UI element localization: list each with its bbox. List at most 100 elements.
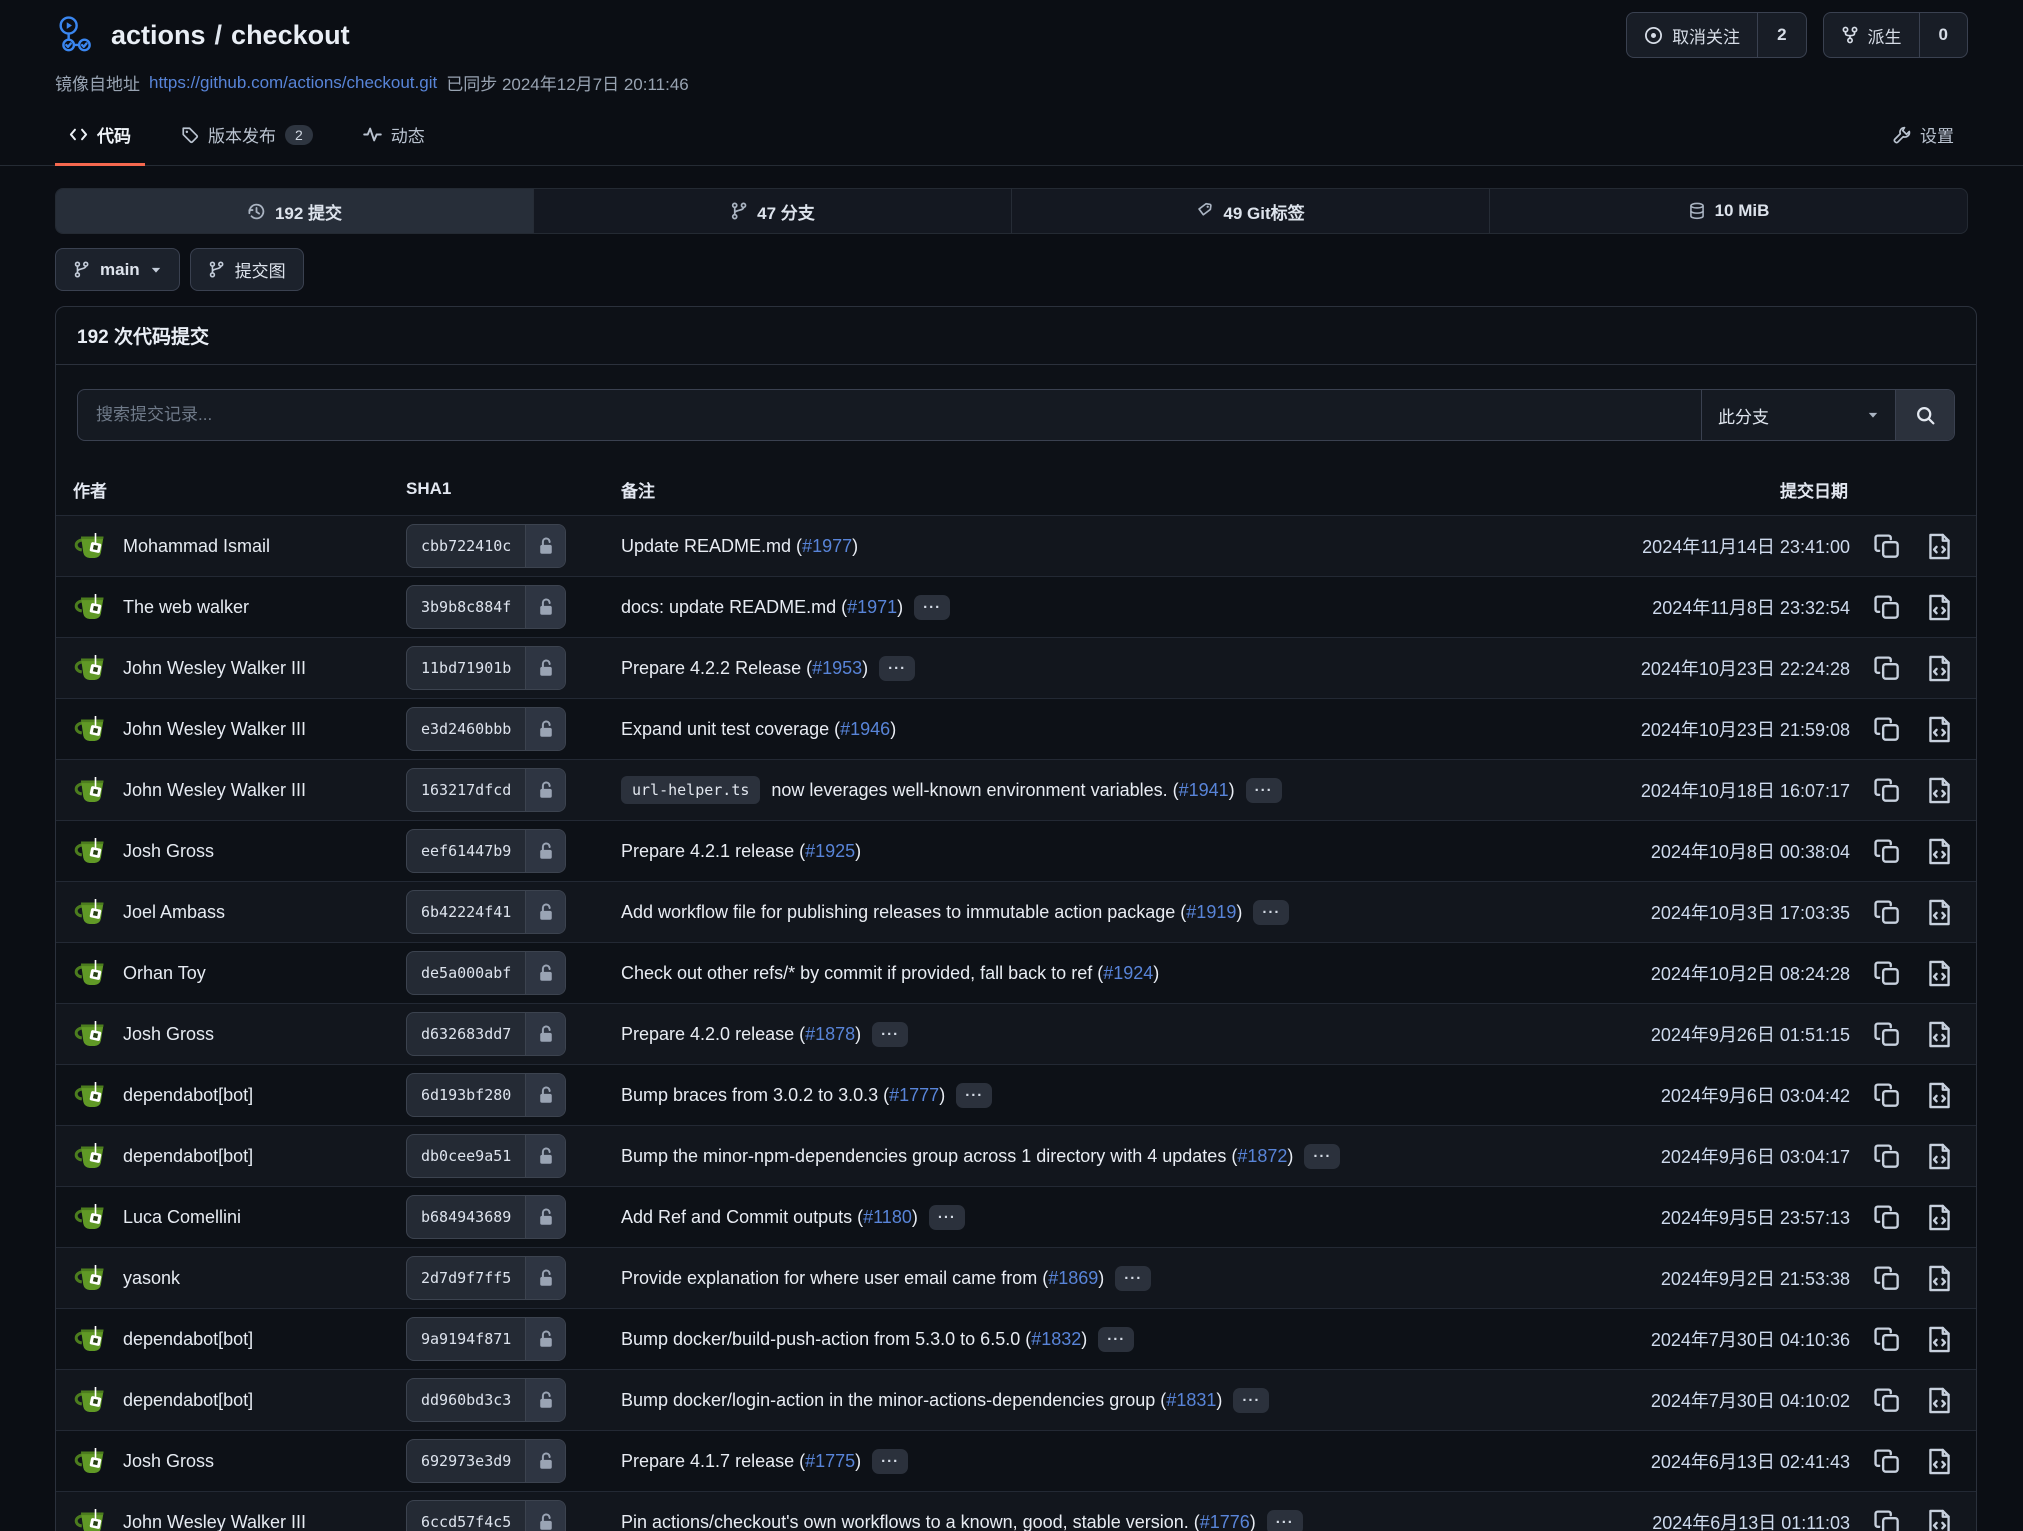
issue-link[interactable]: #1878 xyxy=(805,1024,855,1044)
copy-sha-button[interactable] xyxy=(1873,1203,1902,1232)
commit-author-name[interactable]: Luca Comellini xyxy=(123,1207,241,1228)
avatar[interactable] xyxy=(73,1443,109,1479)
browse-source-button[interactable] xyxy=(1925,1142,1954,1171)
browse-source-button[interactable] xyxy=(1925,654,1954,683)
copy-sha-button[interactable] xyxy=(1873,532,1902,561)
commit-author-name[interactable]: Orhan Toy xyxy=(123,963,206,984)
browse-source-button[interactable] xyxy=(1925,959,1954,988)
commit-author-name[interactable]: Joel Ambass xyxy=(123,902,225,923)
issue-link[interactable]: #1832 xyxy=(1031,1329,1081,1349)
avatar[interactable] xyxy=(73,833,109,869)
fork-button[interactable]: 派生 xyxy=(1824,13,1919,57)
browse-source-button[interactable] xyxy=(1925,715,1954,744)
unwatch-button[interactable]: 取消关注 xyxy=(1627,13,1757,57)
ellipsis-button[interactable]: ··· xyxy=(872,1449,908,1474)
ellipsis-button[interactable]: ··· xyxy=(1246,778,1282,803)
avatar[interactable] xyxy=(73,894,109,930)
ellipsis-button[interactable]: ··· xyxy=(872,1022,908,1047)
browse-source-button[interactable] xyxy=(1925,1386,1954,1415)
browse-source-button[interactable] xyxy=(1925,1203,1954,1232)
avatar[interactable] xyxy=(73,1382,109,1418)
browse-source-button[interactable] xyxy=(1925,1264,1954,1293)
avatar[interactable] xyxy=(73,650,109,686)
forks-count[interactable]: 0 xyxy=(1919,13,1967,57)
avatar[interactable] xyxy=(73,772,109,808)
copy-sha-button[interactable] xyxy=(1873,1264,1902,1293)
browse-source-button[interactable] xyxy=(1925,593,1954,622)
issue-link[interactable]: #1946 xyxy=(840,719,890,739)
browse-source-button[interactable] xyxy=(1925,1325,1954,1354)
ellipsis-button[interactable]: ··· xyxy=(879,656,915,681)
ellipsis-button[interactable]: ··· xyxy=(1233,1388,1269,1413)
commit-author-name[interactable]: Josh Gross xyxy=(123,1024,214,1045)
copy-sha-button[interactable] xyxy=(1873,715,1902,744)
commit-author-name[interactable]: John Wesley Walker III xyxy=(123,719,306,740)
browse-source-button[interactable] xyxy=(1925,837,1954,866)
issue-link[interactable]: #1919 xyxy=(1186,902,1236,922)
commit-sha-button[interactable]: db0cee9a51 xyxy=(406,1134,566,1178)
issue-link[interactable]: #1924 xyxy=(1103,963,1153,983)
ellipsis-button[interactable]: ··· xyxy=(956,1083,992,1108)
tab-code[interactable]: 代码 xyxy=(55,106,145,165)
search-commits-input[interactable] xyxy=(78,390,1701,440)
copy-sha-button[interactable] xyxy=(1873,776,1902,805)
copy-sha-button[interactable] xyxy=(1873,1508,1902,1531)
commit-author-name[interactable]: John Wesley Walker III xyxy=(123,1512,306,1531)
stat-tags[interactable]: 49 Git标签 xyxy=(1011,189,1489,233)
avatar[interactable] xyxy=(73,1504,109,1531)
commit-sha-button[interactable]: cbb722410c xyxy=(406,524,566,568)
issue-link[interactable]: #1775 xyxy=(805,1451,855,1471)
commit-sha-button[interactable]: 2d7d9f7ff5 xyxy=(406,1256,566,1300)
stat-size[interactable]: 10 MiB xyxy=(1489,189,1967,233)
browse-source-button[interactable] xyxy=(1925,776,1954,805)
copy-sha-button[interactable] xyxy=(1873,959,1902,988)
commit-author-name[interactable]: John Wesley Walker III xyxy=(123,780,306,801)
commit-author-name[interactable]: Josh Gross xyxy=(123,1451,214,1472)
branch-selector[interactable]: main xyxy=(55,248,180,291)
browse-source-button[interactable] xyxy=(1925,1447,1954,1476)
avatar[interactable] xyxy=(73,528,109,564)
commit-sha-button[interactable]: 692973e3d9 xyxy=(406,1439,566,1483)
tab-activity[interactable]: 动态 xyxy=(349,106,439,165)
commit-sha-button[interactable]: 3b9b8c884f xyxy=(406,585,566,629)
avatar[interactable] xyxy=(73,1260,109,1296)
commit-sha-button[interactable]: 6ccd57f4c5 xyxy=(406,1500,566,1531)
copy-sha-button[interactable] xyxy=(1873,1020,1902,1049)
commit-sha-button[interactable]: dd960bd3c3 xyxy=(406,1378,566,1422)
commit-sha-button[interactable]: e3d2460bbb xyxy=(406,707,566,751)
stat-commits[interactable]: 192 提交 xyxy=(56,189,533,233)
issue-link[interactable]: #1925 xyxy=(805,841,855,861)
copy-sha-button[interactable] xyxy=(1873,1142,1902,1171)
watchers-count[interactable]: 2 xyxy=(1757,13,1805,57)
repo-owner-link[interactable]: actions xyxy=(111,20,206,51)
avatar[interactable] xyxy=(73,1199,109,1235)
ellipsis-button[interactable]: ··· xyxy=(1098,1327,1134,1352)
avatar[interactable] xyxy=(73,1321,109,1357)
commit-graph-button[interactable]: 提交图 xyxy=(190,248,304,291)
commit-sha-button[interactable]: 6b42224f41 xyxy=(406,890,566,934)
ellipsis-button[interactable]: ··· xyxy=(914,595,950,620)
commit-sha-button[interactable]: 6d193bf280 xyxy=(406,1073,566,1117)
issue-link[interactable]: #1831 xyxy=(1166,1390,1216,1410)
mirror-url-link[interactable]: https://github.com/actions/checkout.git xyxy=(149,73,437,93)
copy-sha-button[interactable] xyxy=(1873,1386,1902,1415)
commit-author-name[interactable]: Mohammad Ismail xyxy=(123,536,270,557)
tab-releases[interactable]: 版本发布 2 xyxy=(167,106,327,165)
avatar[interactable] xyxy=(73,711,109,747)
commit-sha-button[interactable]: 9a9194f871 xyxy=(406,1317,566,1361)
commit-sha-button[interactable]: d632683dd7 xyxy=(406,1012,566,1056)
commit-author-name[interactable]: dependabot[bot] xyxy=(123,1390,253,1411)
browse-source-button[interactable] xyxy=(1925,1081,1954,1110)
commit-sha-button[interactable]: b684943689 xyxy=(406,1195,566,1239)
issue-link[interactable]: #1941 xyxy=(1179,780,1229,800)
ellipsis-button[interactable]: ··· xyxy=(929,1205,965,1230)
browse-source-button[interactable] xyxy=(1925,532,1954,561)
copy-sha-button[interactable] xyxy=(1873,1325,1902,1354)
search-submit-button[interactable] xyxy=(1895,390,1954,440)
issue-link[interactable]: #1180 xyxy=(863,1207,912,1227)
commit-author-name[interactable]: The web walker xyxy=(123,597,249,618)
issue-link[interactable]: #1872 xyxy=(1237,1146,1287,1166)
issue-link[interactable]: #1971 xyxy=(847,597,897,617)
issue-link[interactable]: #1953 xyxy=(812,658,862,678)
issue-link[interactable]: #1777 xyxy=(889,1085,939,1105)
